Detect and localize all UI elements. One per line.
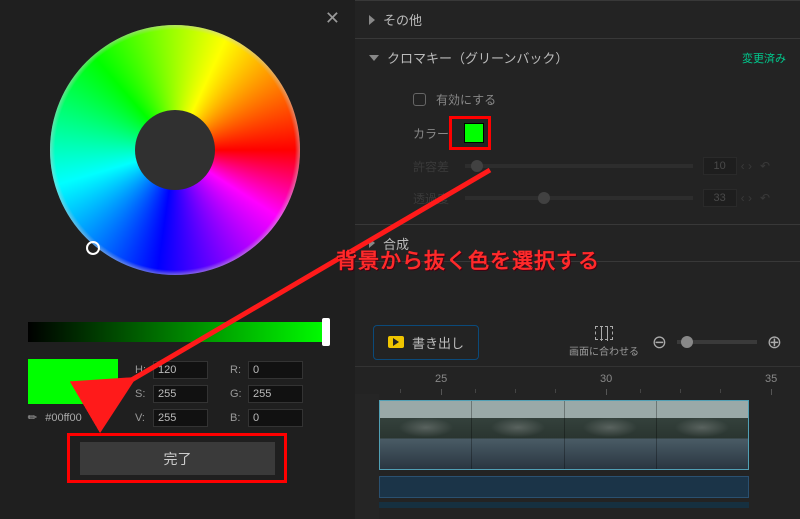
b-label: B: [230, 412, 248, 424]
g-label: G: [230, 388, 248, 400]
ruler-tick: 25 [435, 373, 447, 385]
g-input[interactable]: 255 [248, 385, 303, 403]
enable-label: 有効にする [436, 91, 496, 108]
changed-badge: 変更済み [742, 50, 786, 66]
brightness-handle-icon[interactable] [322, 318, 330, 346]
section-other-label: その他 [383, 10, 422, 29]
enable-row[interactable]: 有効にする [413, 82, 770, 116]
s-input[interactable]: 255 [153, 385, 208, 403]
brightness-slider[interactable] [28, 322, 328, 342]
section-chroma-label: クロマキー（グリーンバック） [387, 48, 568, 67]
section-chromakey[interactable]: クロマキー（グリーンバック） 変更済み [355, 38, 800, 76]
color-row: カラー [413, 116, 770, 150]
audio-clip[interactable] [379, 476, 749, 498]
export-label: 書き出し [412, 333, 464, 352]
timeline-toolbar: 書き出し 画面に合わせる ⊖ ⊕ [355, 318, 800, 366]
eyedropper-icon[interactable]: ✎ [25, 410, 41, 426]
tolerance-row: 許容差 10 ‹ › ↶ [413, 150, 770, 182]
color-swatch [28, 359, 118, 404]
zoom-out-icon[interactable]: ⊖ [652, 332, 667, 353]
enable-checkbox[interactable] [413, 93, 426, 106]
h-label: H: [135, 364, 153, 376]
done-button[interactable]: 完了 [80, 442, 275, 475]
r-input[interactable]: 0 [248, 361, 303, 379]
h-input[interactable]: 120 [153, 361, 208, 379]
reset-icon[interactable]: ↶ [760, 159, 770, 173]
color-wheel[interactable] [50, 25, 300, 275]
stepper-icon[interactable]: ‹ › [741, 191, 752, 205]
fit-label: 画面に合わせる [569, 343, 639, 358]
video-clip[interactable] [379, 400, 749, 470]
tolerance-label: 許容差 [413, 158, 461, 175]
zoom-in-icon[interactable]: ⊕ [767, 332, 782, 353]
close-icon[interactable]: ✕ [325, 8, 340, 29]
wheel-handle-icon[interactable] [86, 241, 100, 255]
transparency-label: 透過度 [413, 190, 461, 207]
zoom-slider[interactable] [677, 340, 757, 344]
timeline-ruler[interactable]: 25 30 35 [355, 366, 800, 394]
v-label: V: [135, 412, 153, 424]
chevron-down-icon [369, 55, 379, 61]
timeline-tracks[interactable] [355, 394, 800, 519]
chevron-right-icon [369, 15, 375, 25]
ruler-tick: 35 [765, 373, 777, 385]
transparency-value[interactable]: 33 [703, 189, 737, 207]
color-picker-panel: ✕ H: 120 R: 0 S: 255 G: 255 V: 255 B: 0 … [0, 0, 355, 519]
play-icon [388, 336, 404, 348]
audio-clip-b[interactable] [379, 502, 749, 508]
chroma-color-chip[interactable] [464, 123, 484, 143]
v-input[interactable]: 255 [153, 409, 208, 427]
annotation-text: 背景から抜く色を選択する [336, 245, 600, 275]
zoom-controls: ⊖ ⊕ [652, 332, 782, 353]
annotation-outline-color [449, 116, 491, 150]
hex-value[interactable]: #00ff00 [45, 412, 82, 424]
color-fields: H: 120 R: 0 S: 255 G: 255 V: 255 B: 0 [135, 358, 325, 430]
transparency-slider[interactable] [465, 196, 693, 200]
b-input[interactable]: 0 [248, 409, 303, 427]
tolerance-slider[interactable] [465, 164, 693, 168]
track-gutter [355, 394, 379, 519]
fit-screen-button[interactable]: 画面に合わせる [569, 326, 639, 358]
s-label: S: [135, 388, 153, 400]
chromakey-body: 有効にする カラー 許容差 10 ‹ › ↶ 透過度 33 ‹ › ↶ [355, 76, 800, 224]
r-label: R: [230, 364, 248, 376]
transparency-row: 透過度 33 ‹ › ↶ [413, 182, 770, 214]
color-label: カラー [413, 125, 449, 142]
fit-icon [595, 326, 613, 340]
tolerance-value[interactable]: 10 [703, 157, 737, 175]
export-button[interactable]: 書き出し [373, 325, 479, 360]
stepper-icon[interactable]: ‹ › [741, 159, 752, 173]
reset-icon[interactable]: ↶ [760, 191, 770, 205]
section-other[interactable]: その他 [355, 0, 800, 38]
ruler-tick: 30 [600, 373, 612, 385]
